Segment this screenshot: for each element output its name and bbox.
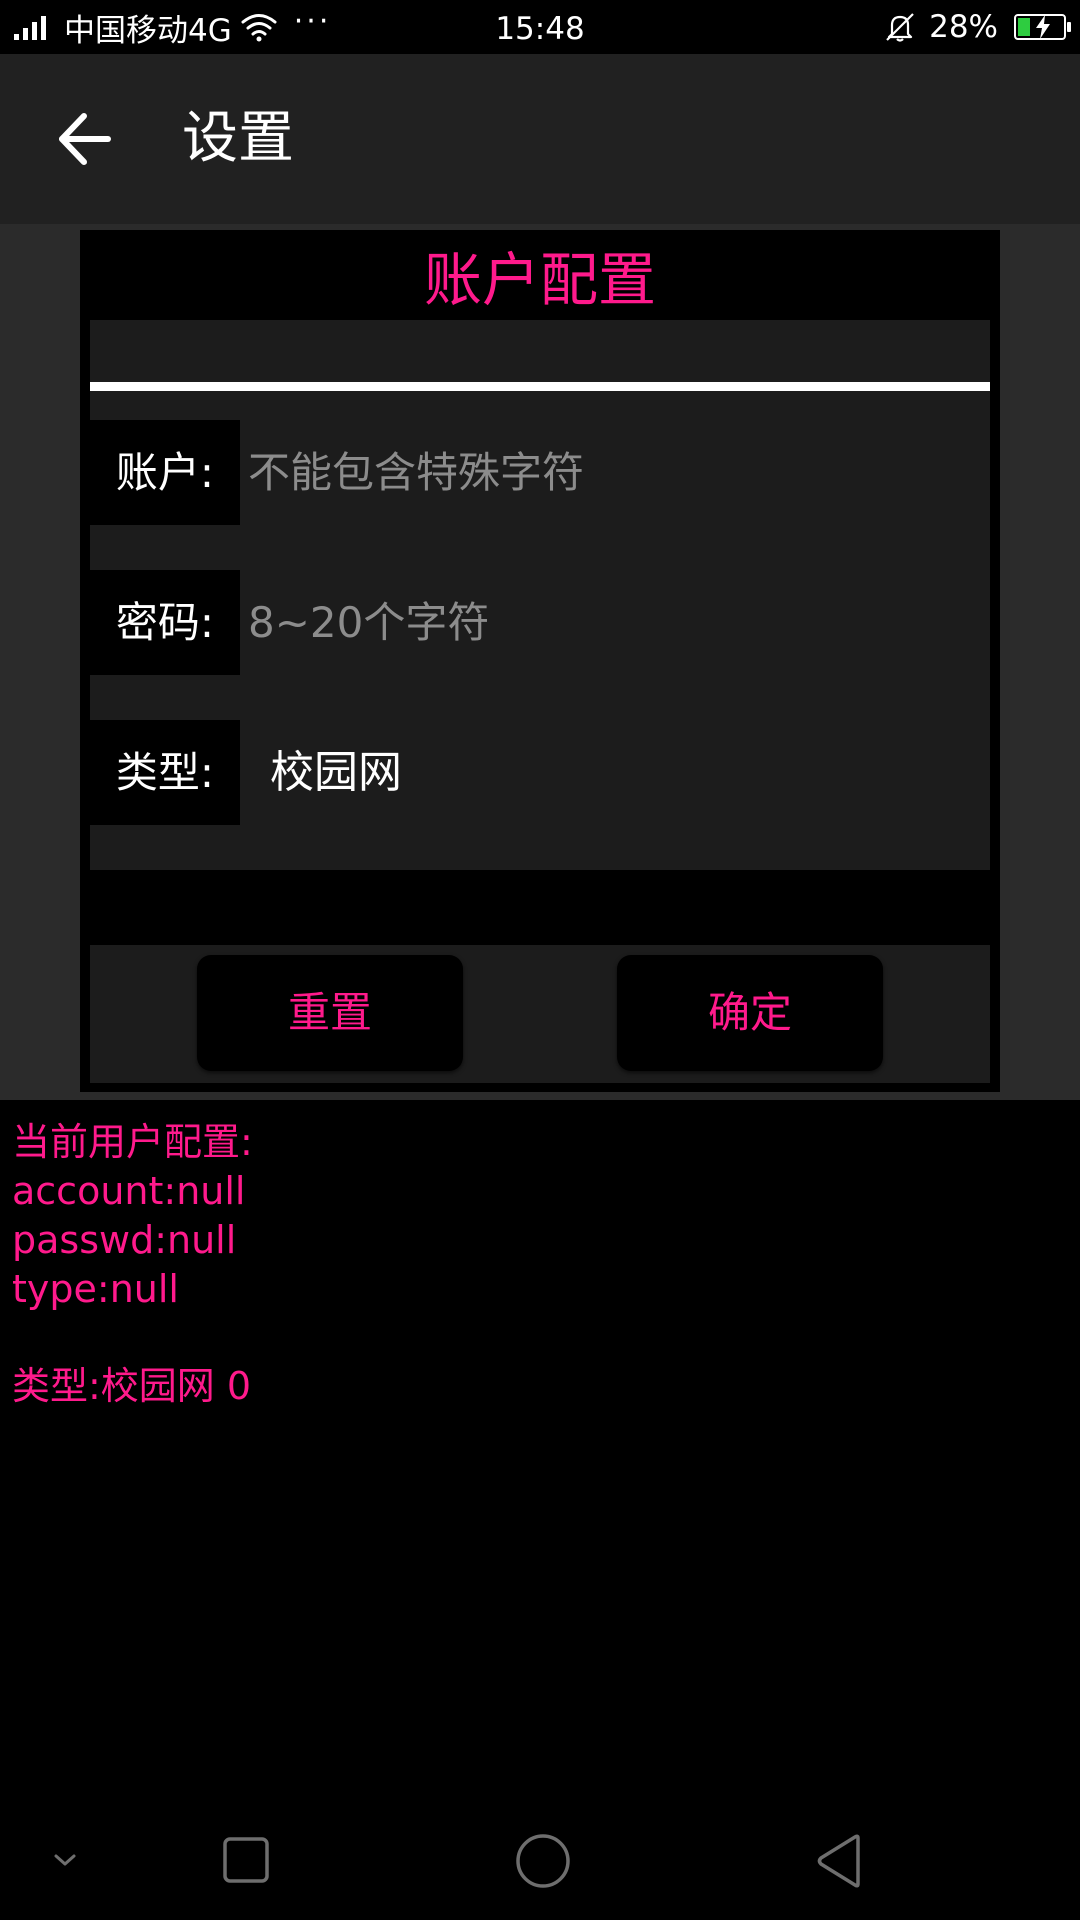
account-row: 账户:: [90, 420, 990, 525]
divider: [90, 382, 990, 391]
account-input[interactable]: [240, 420, 990, 525]
info-heading: 当前用户配置:: [12, 1120, 253, 1164]
chevron-down-icon[interactable]: [50, 1850, 80, 1870]
form-area: 账户: 密码: 类型: 校园网: [90, 320, 990, 870]
account-config-dialog: 账户配置 账户: 密码: 类型: 校园网: [80, 230, 1000, 1092]
system-nav-bar: [0, 1800, 1080, 1920]
home-circle-icon[interactable]: [514, 1832, 572, 1890]
dialog-title: 账户配置: [423, 246, 656, 314]
dialog-button-bar: 重置 确定: [90, 945, 990, 1083]
arrow-left-icon[interactable]: [50, 104, 120, 174]
password-row: 密码:: [90, 570, 990, 675]
current-config-info: 当前用户配置: account:null passwd:null type:nu…: [12, 1118, 1062, 1411]
info-account: account:null: [12, 1169, 246, 1213]
app-bar: 设置: [0, 54, 1080, 224]
password-input[interactable]: [240, 570, 990, 675]
reset-button[interactable]: 重置: [197, 955, 463, 1071]
type-selector[interactable]: 校园网: [240, 720, 990, 825]
battery-percent: 28%: [929, 9, 998, 45]
info-type-selected: 类型:校园网 0: [12, 1364, 252, 1408]
confirm-button[interactable]: 确定: [617, 955, 883, 1071]
recents-square-icon[interactable]: [222, 1836, 270, 1884]
type-row: 类型: 校园网: [90, 720, 990, 825]
bell-off-icon: [886, 13, 914, 42]
battery-level: [1018, 18, 1030, 36]
back-triangle-icon[interactable]: [814, 1833, 866, 1889]
info-passwd: passwd:null: [12, 1218, 237, 1262]
charging-bolt-icon: [1036, 15, 1050, 39]
account-field-box: [240, 420, 990, 525]
page-title: 设置: [182, 106, 294, 171]
screen: 中国移动4G ··· 15:48 28% 设置 账户配置 账户: 不能包含特殊字…: [0, 0, 1080, 1920]
type-selected-value: 校园网: [270, 747, 402, 798]
password-label: 密码:: [90, 570, 240, 675]
info-type: type:null: [12, 1267, 179, 1311]
password-field-box: [240, 570, 990, 675]
battery-icon: [1014, 14, 1071, 40]
type-label: 类型:: [90, 720, 240, 825]
account-label: 账户:: [90, 420, 240, 525]
status-bar: 中国移动4G ··· 15:48 28%: [0, 0, 1080, 54]
status-right: 28%: [883, 0, 1071, 54]
